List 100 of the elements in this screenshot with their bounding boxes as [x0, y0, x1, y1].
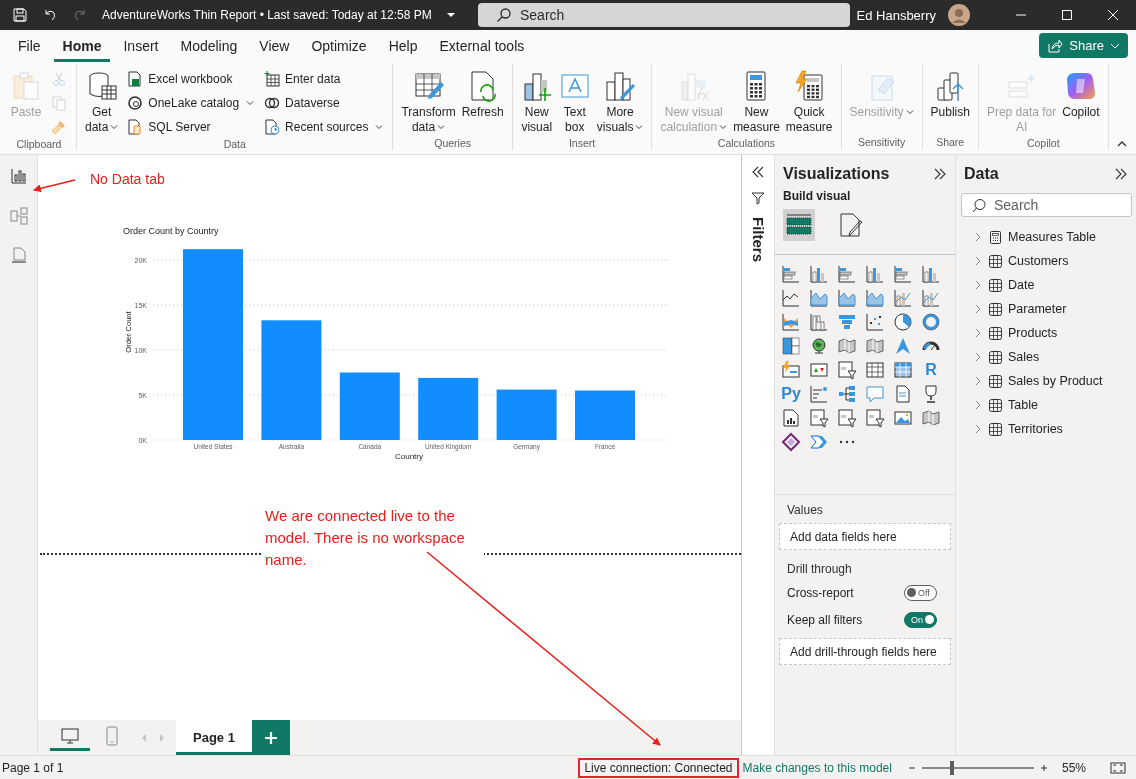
chevron-icon[interactable] — [973, 328, 983, 338]
redo-icon[interactable] — [72, 7, 88, 23]
chevrons-icon[interactable] — [809, 432, 829, 452]
key-influencers-icon[interactable] — [809, 384, 829, 404]
get-data-button[interactable]: Get data — [83, 68, 121, 138]
save-icon[interactable] — [12, 7, 28, 23]
card-icon[interactable] — [781, 360, 801, 380]
fit-to-page-icon[interactable] — [1110, 759, 1126, 776]
map-icon[interactable] — [921, 408, 941, 428]
decomposition-tree-icon[interactable] — [837, 384, 857, 404]
chevron-icon[interactable] — [973, 232, 983, 242]
refresh-button[interactable]: Refresh — [459, 68, 506, 137]
chevron-icon[interactable] — [973, 256, 983, 266]
report-view-icon[interactable] — [9, 167, 28, 185]
avatar-icon[interactable] — [948, 4, 970, 26]
model-view-icon[interactable] — [9, 207, 28, 225]
query-view-icon[interactable] — [9, 247, 28, 265]
sql-server-button[interactable]: SQL Server — [124, 116, 258, 138]
table-name[interactable]: Parameter — [1008, 302, 1067, 316]
add-page-button[interactable] — [252, 720, 290, 755]
expand-icon[interactable] — [1114, 167, 1128, 181]
chevron-icon[interactable] — [973, 304, 983, 314]
ribbon-tab[interactable]: Insert — [114, 30, 168, 62]
quick-measure-button[interactable]: Quick measure — [783, 68, 835, 137]
slicer-icon[interactable] — [865, 408, 885, 428]
text-box-button[interactable]: Text box — [556, 68, 593, 137]
page-tab[interactable]: Page 1 — [176, 720, 252, 755]
enter-data-button[interactable]: Enter data — [261, 68, 387, 90]
bar-chart-icon[interactable] — [893, 264, 913, 284]
close-icon[interactable] — [1108, 10, 1118, 20]
area-chart-icon[interactable] — [837, 288, 857, 308]
build-visual-tab[interactable] — [783, 209, 815, 241]
table-name[interactable]: Sales — [1008, 350, 1040, 364]
chevron-icon[interactable] — [973, 280, 983, 290]
chevron-icon[interactable] — [973, 424, 983, 434]
chevron-icon[interactable] — [973, 352, 983, 362]
undo-icon[interactable] — [42, 7, 58, 23]
drop-zone[interactable]: Add data fields here — [779, 523, 951, 550]
chevron-icon[interactable] — [973, 376, 983, 386]
table-name[interactable]: Table — [1008, 398, 1038, 412]
column-chart-icon[interactable] — [809, 264, 829, 284]
transform-data-button[interactable]: Transform data — [399, 68, 458, 137]
table-name[interactable]: Territories — [1008, 422, 1063, 436]
document-icon[interactable] — [893, 384, 913, 404]
table-name[interactable]: Customers — [1008, 254, 1069, 268]
matrix-icon[interactable] — [893, 360, 913, 380]
map-icon[interactable] — [865, 336, 885, 356]
ribbon-tab[interactable]: Optimize — [302, 30, 376, 62]
search-field[interactable]: Search — [478, 3, 850, 27]
globe-icon[interactable] — [809, 336, 829, 356]
ribbon-tab[interactable]: External tools — [430, 30, 534, 62]
area-chart-icon[interactable] — [865, 288, 885, 308]
excel-workbook-button[interactable]: Excel workbook — [124, 68, 258, 90]
new-visual-button[interactable]: New visual — [518, 68, 555, 137]
share-button[interactable]: Share — [1039, 33, 1128, 58]
table-name[interactable]: Products — [1008, 326, 1058, 340]
kpi-icon[interactable] — [809, 360, 829, 380]
slicer-icon[interactable] — [809, 408, 829, 428]
column-chart-icon[interactable] — [865, 264, 885, 284]
bar-chart-icon[interactable] — [837, 264, 857, 284]
onelake-catalog-button[interactable]: OneLake catalog — [124, 92, 258, 114]
ribbon-tab[interactable]: File — [9, 30, 50, 62]
drop-zone[interactable]: Add drill-through fields here — [779, 638, 951, 665]
plus-icon[interactable] — [1039, 763, 1048, 772]
copilot-button[interactable]: Copilot — [1060, 68, 1102, 137]
report-page-icon[interactable] — [781, 408, 801, 428]
toggle-switch[interactable]: On — [904, 611, 937, 628]
change-model-link[interactable]: Make changes to this model — [742, 760, 892, 775]
column-chart-icon[interactable] — [921, 264, 941, 284]
dataverse-button[interactable]: Dataverse — [261, 92, 387, 114]
scatter-chart-icon[interactable] — [865, 312, 885, 332]
area-chart-icon[interactable] — [809, 288, 829, 308]
waterfall-chart-icon[interactable] — [809, 312, 829, 332]
image-icon[interactable] — [893, 408, 913, 428]
slicer-icon[interactable] — [837, 408, 857, 428]
table-name[interactable]: Date — [1008, 278, 1035, 292]
maximize-icon[interactable] — [1062, 10, 1072, 20]
table-name[interactable]: Measures Table — [1008, 230, 1096, 244]
expand-icon[interactable] — [933, 167, 947, 181]
ribbon-tab[interactable]: View — [250, 30, 299, 62]
table-icon[interactable] — [865, 360, 885, 380]
collapse-icon[interactable] — [751, 165, 765, 179]
line-and-column-chart-icon[interactable] — [921, 288, 941, 308]
diamond-icon[interactable] — [781, 432, 801, 452]
recent-sources-button[interactable]: Recent sources — [261, 116, 387, 138]
new-measure-button[interactable]: New measure — [731, 68, 782, 137]
search-field[interactable]: Search — [961, 193, 1132, 217]
toggle-switch[interactable]: Off — [904, 584, 937, 601]
filters-label[interactable]: Filters — [749, 217, 767, 262]
chevron-icon[interactable] — [973, 400, 983, 410]
caret-icon[interactable] — [445, 10, 456, 20]
line-chart-icon[interactable] — [781, 288, 801, 308]
funnel-icon[interactable] — [837, 312, 857, 332]
pie-chart-icon[interactable] — [893, 312, 913, 332]
ribbon-tab[interactable]: Modeling — [171, 30, 247, 62]
ribbon-tab[interactable]: Help — [379, 30, 427, 62]
more-visuals-button[interactable]: More visuals — [594, 68, 646, 137]
publish-button[interactable]: Publish — [928, 68, 972, 136]
treemap-icon[interactable] — [781, 336, 801, 356]
zoom-slider[interactable] — [921, 760, 1034, 775]
